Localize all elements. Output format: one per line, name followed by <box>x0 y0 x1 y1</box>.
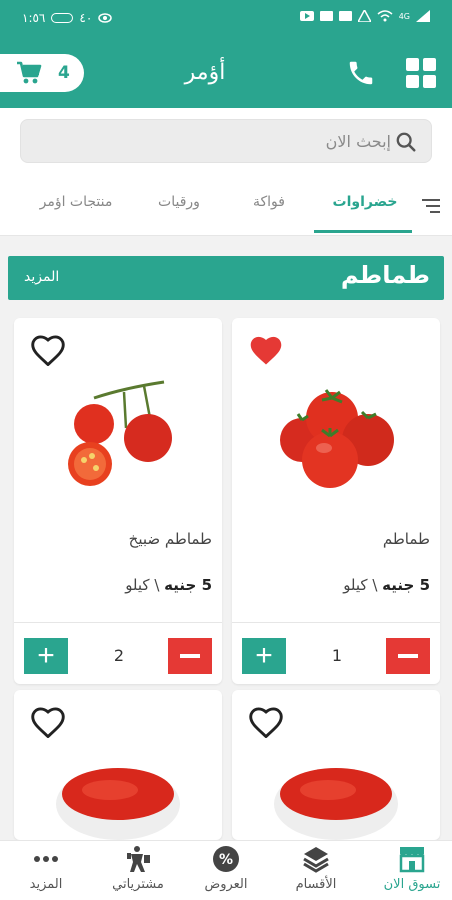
tab-leafy[interactable]: ورقيات <box>142 194 216 210</box>
price-value: 5 جنيه <box>382 576 430 594</box>
tomatoes-image <box>280 389 394 488</box>
decrease-button[interactable] <box>386 638 430 674</box>
product-card[interactable]: طماطم 5 جنيه \ كيلو + 1 <box>232 318 440 684</box>
bottom-navigation: تسوق الان الأقسام % العروض مشترياتي المز… <box>0 840 452 900</box>
quantity-stepper: + 2 <box>24 638 212 674</box>
search-box[interactable] <box>20 119 432 163</box>
section-header: طماطم المزيد <box>8 256 444 300</box>
nav-label: مشترياتي <box>112 877 164 892</box>
grid-cell <box>406 58 419 71</box>
app-bar: 4 أؤمر <box>0 38 452 108</box>
network-type: 4G <box>398 11 410 21</box>
active-tab-indicator <box>314 230 412 233</box>
more-dots-icon <box>34 856 58 862</box>
category-tabs: خضراوات فواكة ورقيات منتجات اؤمر <box>0 176 452 236</box>
section-more-link[interactable]: المزيد <box>24 269 59 285</box>
increase-button[interactable]: + <box>24 638 68 674</box>
nav-shop-now[interactable]: تسوق الان <box>372 845 452 892</box>
increase-button[interactable]: + <box>242 638 286 674</box>
tab-fruits[interactable]: فواكة <box>232 194 306 210</box>
divider <box>232 622 440 623</box>
grid-cell <box>406 75 419 88</box>
warning-icon <box>357 10 371 22</box>
cart-count: 4 <box>58 63 70 83</box>
shopping-person-icon <box>127 846 150 872</box>
signal-icon <box>416 10 430 22</box>
quantity-stepper: + 1 <box>242 638 430 674</box>
price-unit: \ كيلو <box>125 576 165 594</box>
mail-icon <box>319 11 333 21</box>
grid-cell <box>423 75 436 88</box>
status-bar: ١:٥٦ ٤٠ 4G <box>0 0 452 38</box>
grid-cell <box>423 58 436 71</box>
app-title: أؤمر <box>184 60 226 85</box>
mail-icon-2 <box>338 11 352 21</box>
cart-button[interactable]: 4 <box>0 54 84 92</box>
product-card[interactable] <box>232 690 440 840</box>
product-price: 5 جنيه \ كيلو <box>125 576 212 594</box>
heart-outline-icon[interactable] <box>248 706 284 738</box>
phone-icon[interactable] <box>346 58 376 88</box>
nav-categories[interactable]: الأقسام <box>276 845 356 892</box>
tomato-paste-image <box>274 768 398 840</box>
nav-label: العروض <box>204 877 248 892</box>
status-left: ١:٥٦ ٤٠ <box>22 11 113 25</box>
percent-icon: % <box>213 846 239 872</box>
grid-menu-icon[interactable] <box>406 58 436 88</box>
product-card[interactable]: طماطم ضبيخ 5 جنيه \ كيلو + 2 <box>14 318 222 684</box>
decrease-button[interactable] <box>168 638 212 674</box>
layers-icon <box>303 847 329 873</box>
battery-icon <box>51 13 74 23</box>
wifi-icon <box>377 10 393 22</box>
tab-vegetables[interactable]: خضراوات <box>318 194 412 210</box>
filter-icon[interactable] <box>420 198 442 214</box>
heart-outline-icon[interactable] <box>30 334 66 366</box>
status-right: 4G <box>299 10 430 22</box>
svg-text:%: % <box>219 852 233 868</box>
price-unit: \ كيلو <box>343 576 383 594</box>
tab-store-products[interactable]: منتجات اؤمر <box>20 194 132 210</box>
product-card[interactable] <box>14 690 222 840</box>
search-input[interactable] <box>31 120 391 162</box>
eye-icon <box>98 13 113 23</box>
nav-more[interactable]: المزيد <box>6 845 86 892</box>
battery-text: ٤٠ <box>79 11 93 25</box>
nav-offers[interactable]: % العروض <box>186 845 266 892</box>
cart-icon <box>17 61 42 84</box>
nav-label: المزيد <box>29 877 63 892</box>
heart-outline-icon[interactable] <box>30 706 66 738</box>
nav-my-purchases[interactable]: مشترياتي <box>98 845 178 892</box>
nav-label: الأقسام <box>295 877 337 892</box>
quantity-value: 1 <box>331 646 343 665</box>
status-time: ١:٥٦ <box>22 11 46 25</box>
divider <box>14 622 222 623</box>
product-name: طماطم ضبيخ <box>128 530 212 548</box>
cherry-tomatoes-image <box>68 380 172 486</box>
search-icon[interactable] <box>395 131 417 153</box>
quantity-value: 2 <box>113 646 125 665</box>
product-price: 5 جنيه \ كيلو <box>343 576 430 594</box>
search-section <box>0 108 452 176</box>
youtube-icon <box>299 11 314 21</box>
price-value: 5 جنيه <box>164 576 212 594</box>
heart-filled-icon[interactable] <box>248 334 284 366</box>
product-name: طماطم <box>382 530 430 548</box>
store-icon <box>399 847 425 873</box>
tomato-paste-image <box>56 768 180 840</box>
nav-label: تسوق الان <box>383 877 441 892</box>
section-title: طماطم <box>340 261 430 289</box>
